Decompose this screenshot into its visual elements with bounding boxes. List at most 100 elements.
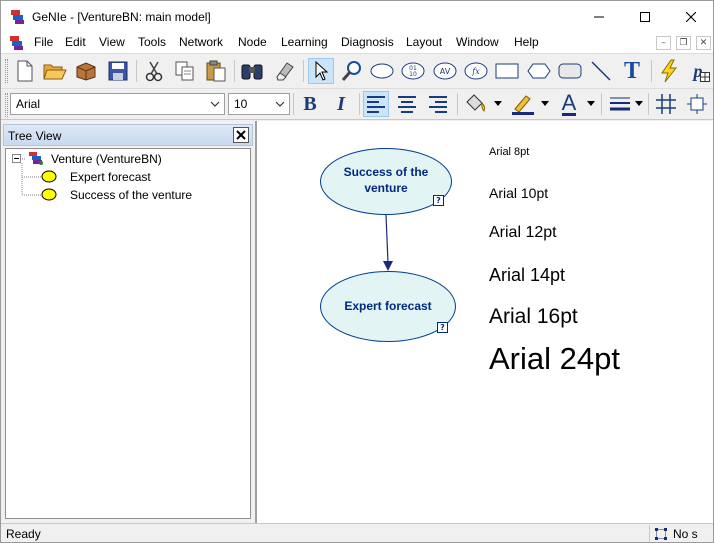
toolbar-grip[interactable]	[5, 59, 8, 83]
line-width-button[interactable]	[607, 91, 633, 117]
paste-button[interactable]	[203, 58, 229, 84]
tree-collapse-toggle[interactable]	[12, 154, 21, 163]
font-family-select[interactable]: Arial	[10, 93, 225, 115]
menu-window[interactable]: Window	[456, 35, 499, 49]
svg-text:10: 10	[409, 71, 417, 78]
tree-view-body[interactable]: Venture (VentureBN) Expert forecast Succ…	[5, 148, 251, 519]
node-help-icon[interactable]: ?	[437, 322, 448, 333]
align-left-button[interactable]	[363, 91, 389, 117]
menu-edit[interactable]: Edit	[65, 35, 86, 49]
grid-button[interactable]	[653, 91, 679, 117]
average-node-button[interactable]: AV	[432, 58, 458, 84]
tree-view-panel: Tree View Venture (VentureBN) Expert for…	[1, 121, 255, 523]
menu-file[interactable]: File	[34, 35, 53, 49]
node-help-icon[interactable]: ?	[433, 195, 444, 206]
bold-button[interactable]: B	[297, 91, 323, 117]
font-color-button[interactable]: A	[556, 91, 582, 117]
title-bar: GeNIe - [VentureBN: main model]	[1, 1, 713, 32]
line-color-button[interactable]	[509, 91, 535, 117]
pointer-arrow-icon	[315, 61, 329, 81]
new-button[interactable]	[12, 58, 38, 84]
format-toolbar: Arial 10 B I A	[1, 88, 713, 120]
av-node-icon: AV	[433, 62, 457, 80]
align-right-button[interactable]	[425, 91, 451, 117]
tree-item-success-of-the-venture[interactable]: Success of the venture	[70, 188, 192, 202]
node-success-of-the-venture[interactable]: Success of the venture ?	[320, 148, 452, 215]
mdi-restore-button[interactable]: ❐	[676, 36, 691, 50]
find-button[interactable]	[239, 58, 265, 84]
save-button[interactable]	[105, 58, 131, 84]
zoom-tool-button[interactable]	[339, 58, 365, 84]
equation-node-button[interactable]: fx	[463, 58, 489, 84]
maximize-icon	[640, 11, 650, 22]
font-size-select[interactable]: 10	[228, 93, 290, 115]
font-sample-12pt[interactable]: Arial 12pt	[489, 224, 557, 242]
toolbar-separator	[601, 93, 602, 115]
line-color-dropdown-icon[interactable]	[541, 101, 549, 107]
mdi-close-button[interactable]: ✕	[696, 36, 711, 50]
node-expert-forecast[interactable]: Expert forecast ?	[320, 271, 456, 342]
align-center-button[interactable]	[394, 91, 420, 117]
menu-tools[interactable]: Tools	[138, 35, 166, 49]
toolbar-separator	[136, 60, 137, 82]
probability-button[interactable]: p	[685, 58, 711, 84]
update-beliefs-button[interactable]	[656, 58, 682, 84]
genie-app-icon	[11, 10, 24, 24]
menu-diagnosis[interactable]: Diagnosis	[341, 35, 394, 49]
cut-button[interactable]	[141, 58, 167, 84]
copy-icon	[175, 61, 194, 81]
restore-icon: ❐	[679, 38, 688, 48]
fill-color-button[interactable]	[463, 91, 489, 117]
tree-item-expert-forecast[interactable]: Expert forecast	[70, 170, 151, 184]
close-window-button[interactable]	[668, 1, 713, 32]
menu-network[interactable]: Network	[179, 35, 223, 49]
submodel-button[interactable]	[557, 58, 583, 84]
document-icon[interactable]	[9, 35, 25, 51]
ellipse-node-icon	[370, 63, 394, 79]
tree-root-item[interactable]: Venture (VentureBN)	[51, 152, 162, 166]
decision-node-button[interactable]	[494, 58, 520, 84]
paint-bucket-icon	[466, 94, 486, 112]
font-sample-24pt[interactable]: Arial 24pt	[489, 341, 620, 377]
arc-tool-button[interactable]	[588, 58, 614, 84]
minimize-icon	[594, 16, 604, 17]
menu-learning[interactable]: Learning	[281, 35, 328, 49]
minimize-button[interactable]	[576, 1, 622, 32]
font-color-dropdown-icon[interactable]	[587, 101, 595, 107]
standard-toolbar: 01 10 AV fx T p	[1, 53, 713, 88]
italic-button[interactable]: I	[328, 91, 354, 117]
menu-layout[interactable]: Layout	[406, 35, 442, 49]
toolbar-separator	[234, 60, 235, 82]
magnifier-icon	[341, 61, 361, 81]
line-width-dropdown-icon[interactable]	[635, 101, 643, 107]
binoculars-icon	[241, 64, 263, 80]
open-button[interactable]	[42, 58, 68, 84]
eraser-button[interactable]	[271, 58, 297, 84]
font-sample-8pt[interactable]: Arial 8pt	[489, 146, 529, 158]
font-sample-14pt[interactable]: Arial 14pt	[489, 265, 565, 286]
text-tool-button[interactable]: T	[619, 58, 645, 84]
arc-line-icon	[591, 61, 611, 81]
fill-color-dropdown-icon[interactable]	[494, 101, 502, 107]
menu-node[interactable]: Node	[238, 35, 267, 49]
copy-button[interactable]	[172, 58, 198, 84]
chance-node-button[interactable]	[369, 58, 395, 84]
toolbar-separator	[359, 93, 360, 115]
mdi-minimize-button[interactable]: –	[656, 36, 671, 50]
maximize-button[interactable]	[622, 1, 668, 32]
select-tool-button[interactable]	[308, 58, 334, 84]
utility-node-button[interactable]	[526, 58, 552, 84]
tree-view-close-button[interactable]	[233, 127, 249, 143]
font-sample-10pt[interactable]: Arial 10pt	[489, 185, 548, 201]
fit-to-grid-button[interactable]	[684, 91, 710, 117]
font-sample-16pt[interactable]: Arial 16pt	[489, 305, 578, 329]
menu-view[interactable]: View	[99, 35, 125, 49]
deterministic-node-button[interactable]: 01 10	[400, 58, 426, 84]
font-family-value: Arial	[16, 97, 41, 111]
toolbar-grip[interactable]	[5, 93, 8, 117]
model-canvas[interactable]: Success of the venture ? Expert forecast…	[257, 121, 713, 523]
minus-icon	[14, 158, 19, 159]
menu-help[interactable]: Help	[514, 35, 539, 49]
archive-button[interactable]	[73, 58, 99, 84]
menu-bar: File Edit View Tools Network Node Learni…	[1, 32, 713, 53]
